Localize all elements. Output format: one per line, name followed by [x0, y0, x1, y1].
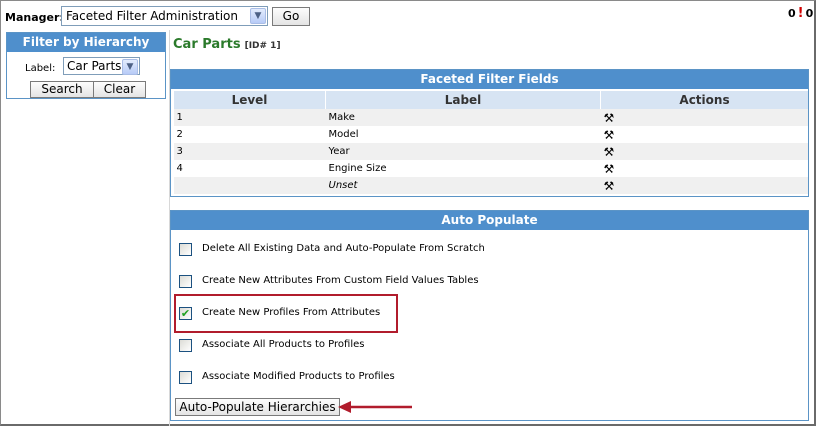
cell-level [173, 177, 326, 194]
checkbox[interactable] [179, 370, 192, 384]
auto-populate-hierarchies-button[interactable]: Auto-Populate Hierarchies [175, 398, 340, 416]
cell-level: 4 [176, 163, 183, 174]
label-field-label: Label: [25, 63, 56, 74]
cell-level: 3 [173, 143, 326, 160]
column-header-level: Level [173, 91, 326, 109]
table-row: 4 Engine Size ⚒ [174, 160, 809, 177]
table-row: Unset ⚒ [173, 177, 808, 194]
option-create-attributes[interactable]: Create New Attributes From Custom Field … [179, 274, 479, 288]
table-row: 3 Year ⚒ [173, 143, 808, 160]
tools-icon[interactable]: ⚒ [604, 145, 615, 159]
cell-actions: ⚒ [600, 177, 808, 194]
checkbox[interactable] [179, 274, 192, 288]
table-header-row: Level Label Actions [173, 91, 808, 109]
option-label: Associate All Products to Profiles [202, 339, 365, 350]
option-create-profiles[interactable]: ✔ Create New Profiles From Attributes [179, 306, 380, 320]
filter-by-hierarchy-panel: Filter by Hierarchy Label: Car Parts ▼ S… [6, 32, 166, 99]
label-select-value: Car Parts [67, 59, 122, 73]
tools-icon[interactable]: ⚒ [604, 179, 615, 193]
cell-label: Make [325, 109, 601, 126]
filter-panel-title: Filter by Hierarchy [7, 33, 165, 52]
alert-icon: ! [797, 6, 804, 21]
search-button[interactable]: Search [30, 81, 94, 98]
manager-select-value: Faceted Filter Administration [66, 9, 238, 23]
cell-level: 1 [173, 109, 326, 126]
label-select[interactable]: Car Parts ▼ [63, 57, 140, 75]
cell-actions: ⚒ [601, 160, 809, 177]
manager-label: Manager: [5, 11, 64, 24]
manager-select[interactable]: Faceted Filter Administration ▼ [61, 6, 268, 26]
clear-button[interactable]: Clear [93, 81, 146, 98]
fields-table: Level Label Actions 1 Make ⚒ 2 Model ⚒ 3… [173, 91, 808, 194]
chevron-down-icon[interactable]: ▼ [122, 59, 138, 75]
checkbox[interactable] [179, 242, 192, 256]
cell-label: Unset [325, 177, 601, 194]
left-sidebar: Filter by Hierarchy Label: Car Parts ▼ S… [0, 30, 170, 426]
status-indicator: 0! 0 [788, 6, 813, 21]
option-label: Create New Attributes From Custom Field … [202, 275, 479, 286]
column-header-actions: Actions [600, 91, 808, 109]
pointer-arrow-icon [338, 401, 412, 413]
option-associate-all[interactable]: Associate All Products to Profiles [179, 338, 365, 352]
option-label: Create New Profiles From Attributes [202, 307, 381, 318]
tools-icon[interactable]: ⚒ [604, 111, 615, 125]
tools-icon[interactable]: ⚒ [604, 128, 615, 142]
top-bar: Manager: Faceted Filter Administration ▼… [0, 0, 816, 30]
checkmark-icon: ✔ [180, 306, 191, 320]
cell-actions: ⚒ [600, 109, 808, 126]
page-id: [ID# 1] [244, 41, 281, 51]
faceted-filter-fields-panel: Faceted Filter Fields Level Label Action… [170, 69, 809, 197]
auto-populate-title: Auto Populate [171, 211, 808, 230]
option-label: Associate Modified Products to Profiles [202, 371, 395, 382]
option-delete-all[interactable]: Delete All Existing Data and Auto-Popula… [179, 242, 485, 256]
status-count-b: 0 [805, 7, 814, 20]
column-header-label: Label [325, 91, 601, 109]
auto-populate-panel: Auto Populate Delete All Existing Data a… [170, 210, 809, 421]
chevron-down-icon[interactable]: ▼ [250, 8, 266, 24]
cell-actions: ⚒ [601, 126, 809, 143]
table-row: 2 Model ⚒ [174, 126, 809, 143]
fields-panel-title: Faceted Filter Fields [171, 70, 808, 89]
cell-label: Year [325, 143, 601, 160]
checkbox-checked[interactable]: ✔ [179, 306, 192, 320]
status-count-a: 0 [788, 7, 796, 20]
go-button[interactable]: Go [272, 7, 310, 26]
page-title: Car Parts [ID# 1] [173, 37, 281, 52]
cell-level: 2 [176, 129, 183, 140]
option-associate-modified[interactable]: Associate Modified Products to Profiles [179, 370, 395, 384]
cell-label: Engine Size [328, 163, 387, 174]
page-title-text: Car Parts [173, 37, 241, 52]
checkbox[interactable] [179, 338, 192, 352]
table-row: 1 Make ⚒ [173, 109, 808, 126]
cell-actions: ⚒ [600, 143, 808, 160]
cell-label: Model [328, 129, 359, 140]
tools-icon[interactable]: ⚒ [604, 162, 615, 176]
option-label: Delete All Existing Data and Auto-Popula… [202, 243, 485, 254]
